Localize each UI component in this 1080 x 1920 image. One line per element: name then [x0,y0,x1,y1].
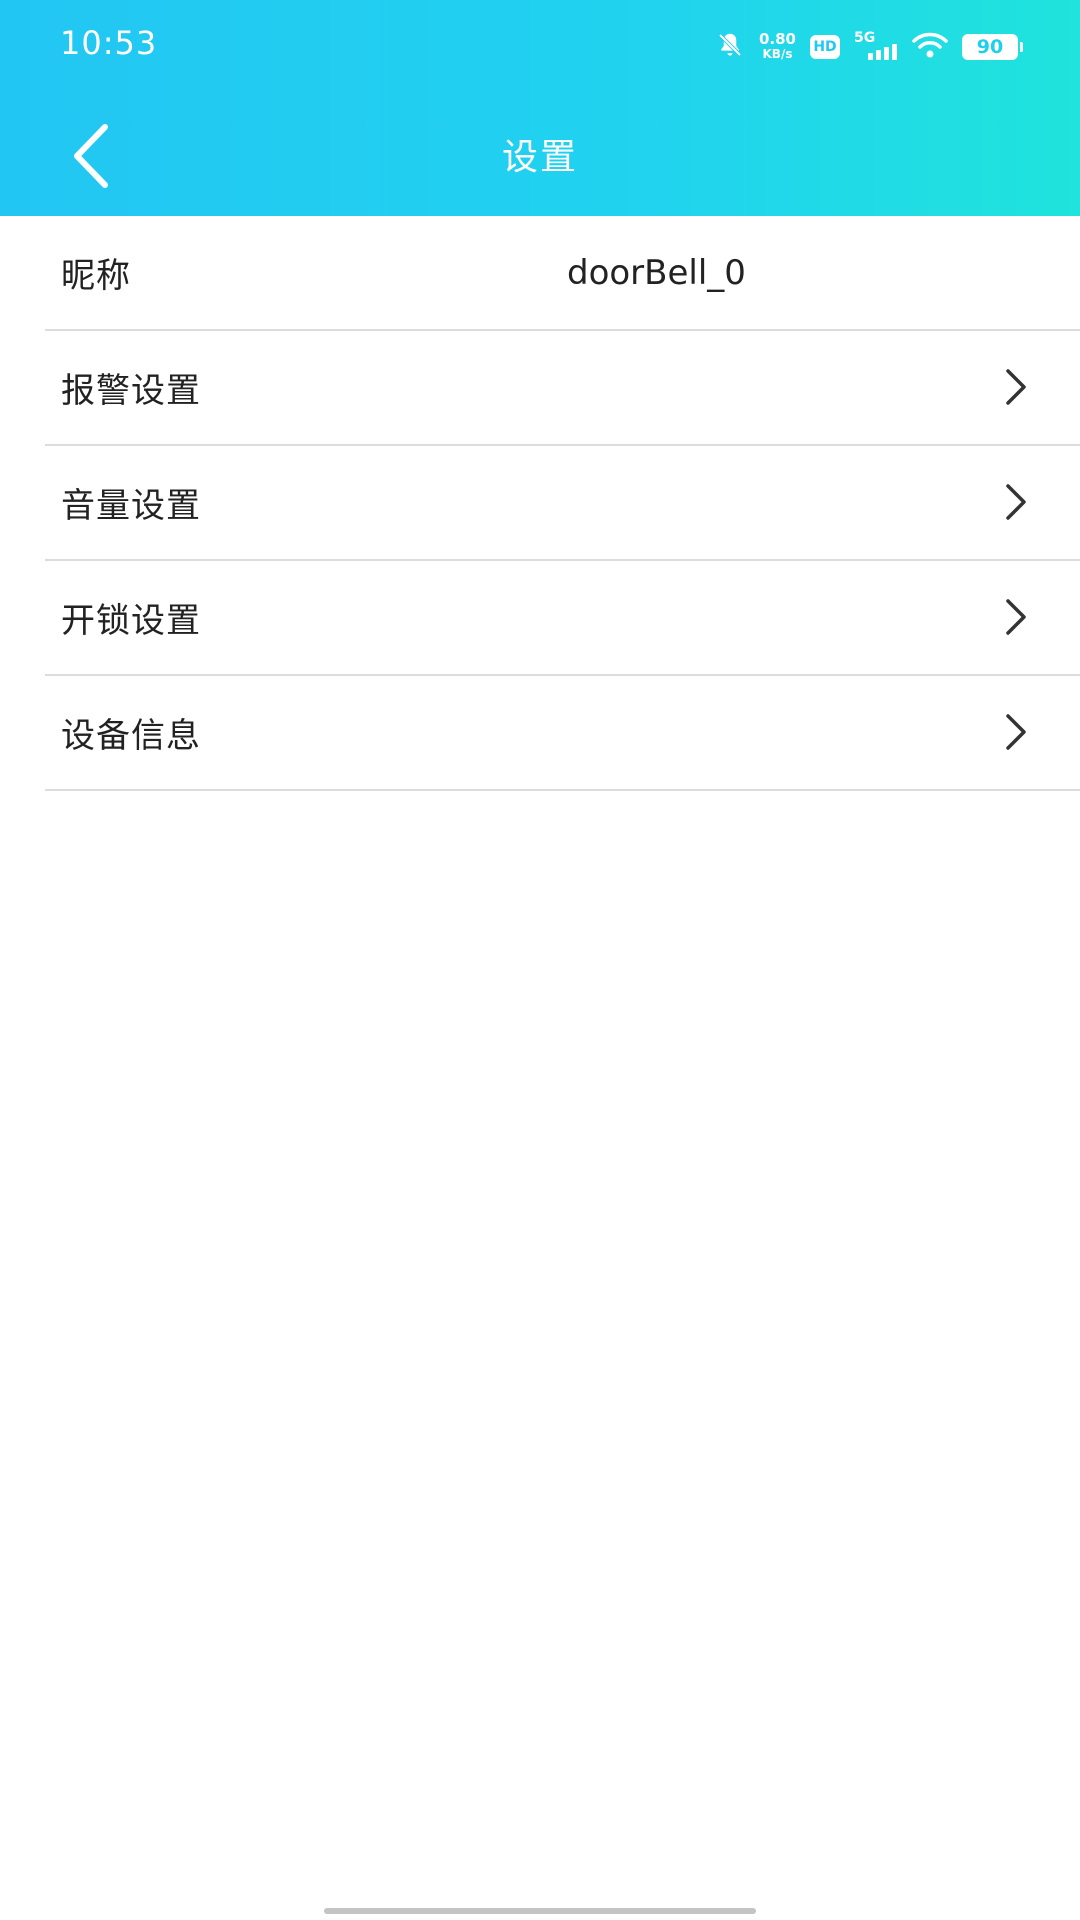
settings-item-alarm[interactable]: 报警设置 [45,331,1080,446]
network-speed: 0.80 KB/s [759,32,796,62]
network-speed-unit: KB/s [762,47,793,61]
status-icons: 0.80 KB/s HD 5G 90 [715,30,1023,64]
chevron-right-icon [1006,369,1026,405]
status-time: 10:53 [60,24,158,62]
home-indicator[interactable] [324,1908,756,1914]
navigation-bar: 设置 [0,96,1080,216]
settings-item-unlock[interactable]: 开锁设置 [45,561,1080,676]
network-speed-value: 0.80 [758,30,796,48]
settings-item-label: 开锁设置 [61,601,201,641]
settings-item-label: 设备信息 [61,716,201,756]
bell-muted-icon [715,30,745,64]
settings-list: 昵称 doorBell_0 报警设置 音量设置 开锁设置 设备信息 [0,216,1080,791]
network-type-label: 5G [854,30,876,46]
chevron-right-icon [1006,714,1026,750]
chevron-right-icon [1006,599,1026,635]
page-title: 设置 [501,137,578,178]
settings-item-label: 昵称 [61,256,131,296]
settings-item-nickname[interactable]: 昵称 doorBell_0 [45,216,1080,331]
status-bar: 10:53 0.80 KB/s HD 5G 90 [0,0,1080,96]
settings-item-device-info[interactable]: 设备信息 [45,676,1080,791]
hd-icon: HD [810,35,840,59]
settings-item-label: 音量设置 [61,486,201,526]
settings-item-volume[interactable]: 音量设置 [45,446,1080,561]
wifi-icon [912,31,948,63]
app-header: 10:53 0.80 KB/s HD 5G 90 设置 [0,0,1080,216]
signal-5g-icon: 5G [854,30,898,60]
battery-icon: 90 [962,34,1023,60]
nickname-value: doorBell_0 [567,252,746,293]
settings-item-label: 报警设置 [61,371,201,411]
chevron-right-icon [1006,484,1026,520]
